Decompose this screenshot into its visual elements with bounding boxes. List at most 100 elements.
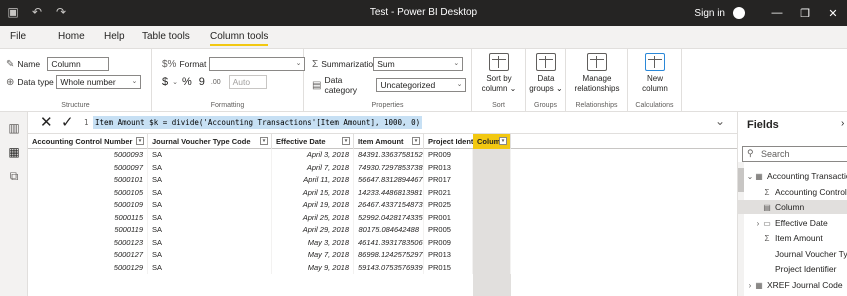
- table-cell[interactable]: April 3, 2018: [272, 149, 354, 162]
- table-row[interactable]: 5000097 SA April 7, 2018 74930.7297853738 PR…: [28, 161, 737, 174]
- table-cell[interactable]: 26467.4337154873: [354, 199, 424, 212]
- field-list-item[interactable]: ⌄▦ Accounting Transactions: [738, 169, 847, 183]
- table-cell[interactable]: April 7, 2018: [272, 161, 354, 174]
- table-cell[interactable]: [473, 261, 511, 274]
- table-cell[interactable]: PR013: [424, 249, 473, 262]
- table-cell[interactable]: April 15, 2018: [272, 186, 354, 199]
- table-row[interactable]: 5000129 SA May 9, 2018 59143.0753576939 PR01…: [28, 261, 737, 274]
- table-cell[interactable]: 5000101: [28, 174, 148, 187]
- table-cell[interactable]: 52992.0428174335: [354, 211, 424, 224]
- table-cell[interactable]: May 9, 2018: [272, 261, 354, 274]
- data-view-icon[interactable]: ▦: [7, 146, 21, 158]
- table-cell[interactable]: SA: [148, 186, 272, 199]
- fields-search-input[interactable]: ⚲ Search: [742, 146, 847, 162]
- minimize-button[interactable]: —: [763, 7, 791, 19]
- data-category-select[interactable]: Uncategorized ⌄: [376, 78, 467, 92]
- table-cell[interactable]: 5000123: [28, 236, 148, 249]
- table-cell[interactable]: April 25, 2018: [272, 211, 354, 224]
- data-type-select[interactable]: Whole number ⌄: [56, 75, 142, 89]
- sign-in-link[interactable]: Sign in: [694, 8, 725, 19]
- table-cell[interactable]: 56647.8312894467: [354, 174, 424, 187]
- table-cell[interactable]: PR017: [424, 174, 473, 187]
- tab-column-tools[interactable]: Column tools: [210, 31, 269, 46]
- table-cell[interactable]: SA: [148, 236, 272, 249]
- filter-icon[interactable]: ▾: [499, 137, 507, 145]
- table-row[interactable]: 5000109 SA April 19, 2018 26467.4337154873 P…: [28, 199, 737, 212]
- table-cell[interactable]: May 7, 2018: [272, 249, 354, 262]
- table-cell[interactable]: 5000105: [28, 186, 148, 199]
- tab-help[interactable]: Help: [104, 31, 125, 42]
- column-header[interactable]: Item Amount ▾: [354, 134, 424, 149]
- table-cell[interactable]: 5000129: [28, 261, 148, 274]
- table-cell[interactable]: 5000109: [28, 199, 148, 212]
- field-list-item[interactable]: Σ Item Amount: [738, 231, 847, 245]
- formula-input[interactable]: Item Amount $k = divide('Accounting Tran…: [93, 116, 423, 129]
- close-button[interactable]: ✕: [819, 7, 847, 20]
- filter-icon[interactable]: ▾: [342, 137, 350, 145]
- table-cell[interactable]: SA: [148, 224, 272, 237]
- cancel-formula-button[interactable]: ✕: [40, 115, 53, 130]
- avatar[interactable]: [733, 7, 745, 19]
- table-cell[interactable]: April 11, 2018: [272, 174, 354, 187]
- table-cell[interactable]: SA: [148, 149, 272, 162]
- name-input[interactable]: Column: [47, 57, 110, 71]
- filter-icon[interactable]: ▾: [260, 137, 268, 145]
- new-column-button[interactable]: New column: [632, 53, 678, 94]
- table-cell[interactable]: 14233.4486813981: [354, 186, 424, 199]
- table-cell[interactable]: 84391.3363758152: [354, 149, 424, 162]
- report-view-icon[interactable]: ▥: [7, 122, 21, 134]
- commit-formula-button[interactable]: ✓: [61, 115, 74, 130]
- table-cell[interactable]: [473, 224, 511, 237]
- table-cell[interactable]: PR021: [424, 186, 473, 199]
- expand-formula-icon[interactable]: ⌄: [715, 114, 725, 128]
- chevron-right-icon[interactable]: ›: [754, 217, 762, 230]
- decimal-places-input[interactable]: Auto: [228, 75, 267, 89]
- table-cell[interactable]: 74930.7297853738: [354, 161, 424, 174]
- table-cell[interactable]: PR013: [424, 161, 473, 174]
- table-cell[interactable]: April 29, 2018: [272, 224, 354, 237]
- table-cell[interactable]: SA: [148, 199, 272, 212]
- table-row[interactable]: 5000105 SA April 15, 2018 14233.4486813981 P…: [28, 186, 737, 199]
- decimal-button[interactable]: .00: [211, 79, 221, 86]
- tab-file[interactable]: File: [10, 31, 26, 42]
- table-cell[interactable]: [473, 249, 511, 262]
- table-cell[interactable]: [473, 149, 511, 162]
- field-list-item[interactable]: Journal Voucher Type Code: [738, 247, 847, 261]
- table-cell[interactable]: PR001: [424, 211, 473, 224]
- currency-button[interactable]: $: [162, 76, 168, 88]
- field-list-item[interactable]: › ▭ Effective Date: [738, 216, 847, 230]
- column-header[interactable]: Accounting Control Number ▾: [28, 134, 148, 149]
- table-cell[interactable]: PR025: [424, 199, 473, 212]
- table-cell[interactable]: [473, 236, 511, 249]
- filter-icon[interactable]: ▾: [136, 137, 144, 145]
- table-row[interactable]: 5000123 SA May 3, 2018 46141.3931783506 PR00…: [28, 236, 737, 249]
- field-list-item[interactable]: › ▦ XREF Journal Code: [738, 278, 847, 292]
- table-cell[interactable]: PR009: [424, 149, 473, 162]
- comma-button[interactable]: 9: [199, 76, 205, 88]
- tab-table-tools[interactable]: Table tools: [142, 31, 190, 42]
- summarization-select[interactable]: Sum ⌄: [373, 57, 464, 71]
- table-cell[interactable]: [473, 174, 511, 187]
- table-row[interactable]: 5000101 SA April 11, 2018 56647.8312894467 P…: [28, 174, 737, 187]
- chevron-down-icon[interactable]: ⌄: [746, 170, 754, 183]
- field-list-item[interactable]: ▤ Column: [738, 200, 847, 214]
- model-view-icon[interactable]: ⧉: [7, 170, 21, 182]
- field-list-item[interactable]: Σ Accounting Control Number: [738, 185, 847, 199]
- table-cell[interactable]: 80175.084642488: [354, 224, 424, 237]
- table-cell[interactable]: SA: [148, 174, 272, 187]
- filter-icon[interactable]: ▾: [412, 137, 420, 145]
- column-header-selected[interactable]: Column ▾: [473, 134, 511, 149]
- table-cell[interactable]: [473, 186, 511, 199]
- table-cell[interactable]: PR005: [424, 224, 473, 237]
- table-cell[interactable]: 5000127: [28, 249, 148, 262]
- table-cell[interactable]: May 3, 2018: [272, 236, 354, 249]
- table-cell[interactable]: 46141.3931783506: [354, 236, 424, 249]
- format-select[interactable]: ⌄: [209, 57, 306, 71]
- column-header[interactable]: Effective Date ▾: [272, 134, 354, 149]
- table-cell[interactable]: 59143.0753576939: [354, 261, 424, 274]
- maximize-button[interactable]: ❐: [791, 7, 819, 20]
- table-cell[interactable]: 86998.1242575297: [354, 249, 424, 262]
- manage-relationships-button[interactable]: Manage relationships: [568, 53, 626, 94]
- table-row[interactable]: 5000119 SA April 29, 2018 80175.084642488 PR…: [28, 224, 737, 237]
- chevron-right-icon[interactable]: ›: [746, 279, 754, 292]
